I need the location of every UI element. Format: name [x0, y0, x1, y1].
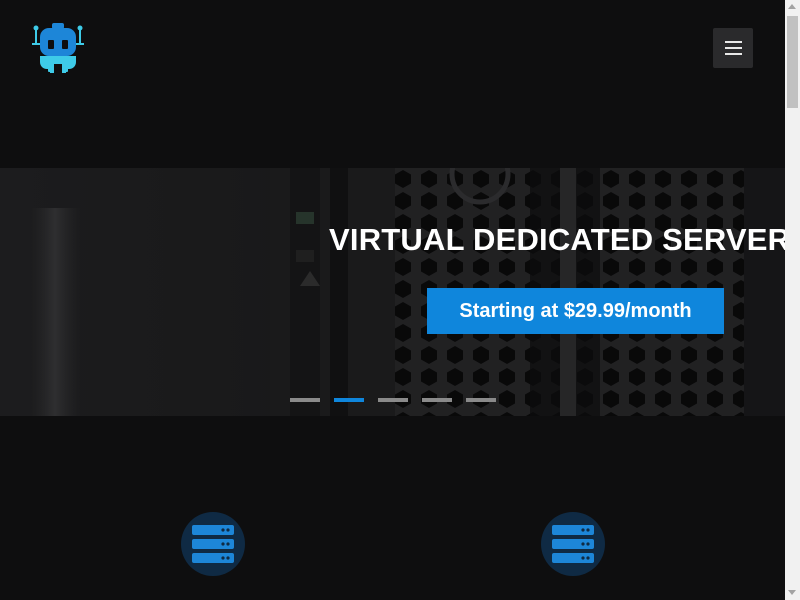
- hero-title: VIRTUAL DEDICATED SERVER: [329, 222, 785, 257]
- feature-icon-badge: [541, 512, 605, 576]
- features-section: [0, 416, 785, 600]
- slider-dot[interactable]: [466, 398, 496, 402]
- slider-pagination: [290, 398, 496, 402]
- page-scrollbar[interactable]: [785, 0, 800, 600]
- hamburger-menu-icon: [724, 41, 742, 55]
- site-header: [0, 0, 785, 168]
- hero-slider: VIRTUAL DEDICATED SERVER Starting at $29…: [0, 168, 785, 416]
- slider-dot[interactable]: [422, 398, 452, 402]
- scroll-up-arrow-icon[interactable]: [788, 4, 796, 9]
- slider-dot[interactable]: [290, 398, 320, 402]
- server-stack-icon: [192, 525, 234, 563]
- robot-logo-icon: [32, 23, 84, 73]
- feature-icon-badge: [181, 512, 245, 576]
- server-stack-icon: [552, 525, 594, 563]
- menu-toggle-button[interactable]: [713, 28, 753, 68]
- page: VIRTUAL DEDICATED SERVER Starting at $29…: [0, 0, 800, 600]
- pricing-cta-button[interactable]: Starting at $29.99/month: [427, 288, 724, 334]
- scrollbar-thumb[interactable]: [787, 16, 798, 108]
- site-logo[interactable]: [30, 20, 86, 76]
- slider-dot-active[interactable]: [334, 398, 364, 402]
- scroll-down-arrow-icon[interactable]: [788, 590, 796, 595]
- slider-dot[interactable]: [378, 398, 408, 402]
